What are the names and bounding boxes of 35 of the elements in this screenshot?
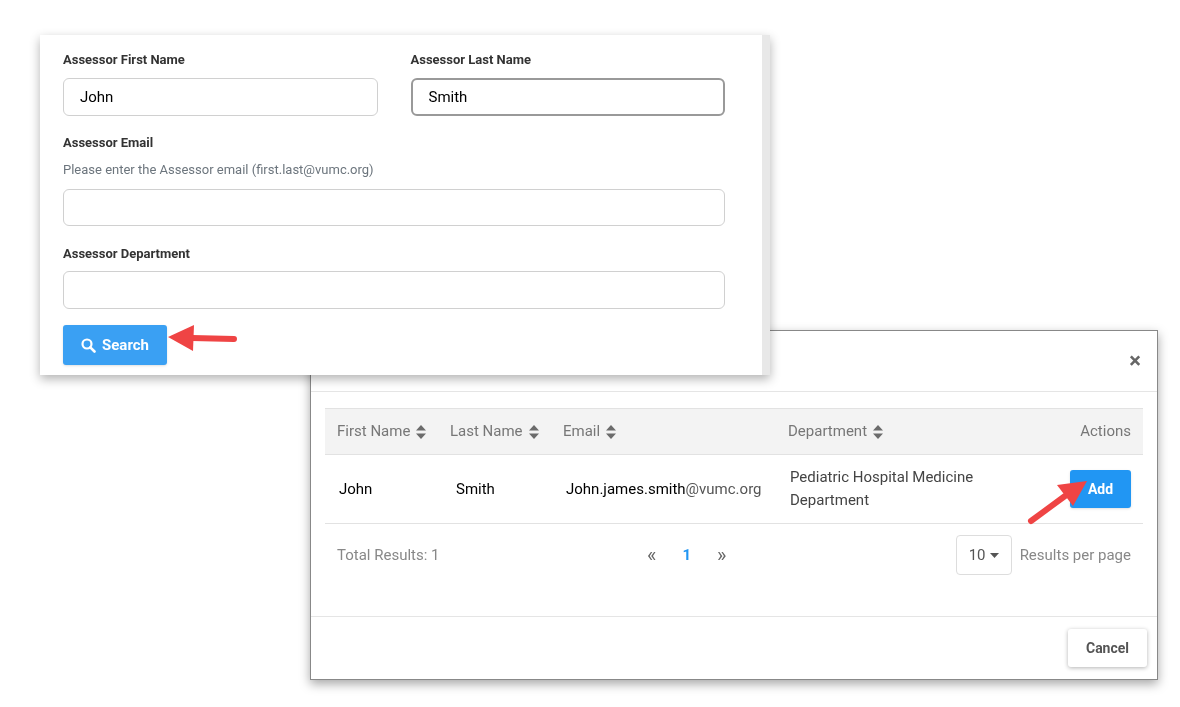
page-size-dropdown[interactable]: 10 xyxy=(955,535,1012,575)
add-button[interactable]: Add xyxy=(1070,470,1131,508)
field-label: Assessor First Name xyxy=(63,51,186,69)
arrow-icon xyxy=(166,322,238,354)
close-button[interactable]: × xyxy=(1129,350,1141,372)
column-header[interactable]: Email xyxy=(563,420,601,443)
table-cell: John xyxy=(339,479,373,498)
column-header[interactable]: First Name xyxy=(337,420,411,443)
column-header[interactable]: Last Name xyxy=(450,420,523,443)
column-header[interactable]: Department xyxy=(788,420,868,443)
sort-icon xyxy=(528,424,539,439)
sort-icon xyxy=(416,424,427,439)
help-text: Please enter the Assessor email (first.last@vumc.org) xyxy=(63,161,375,179)
email-user-text: John.james.smith xyxy=(566,478,686,500)
previous-page-button[interactable]: « xyxy=(647,540,657,570)
field-label: Assessor Last Name xyxy=(410,51,532,69)
search-icon xyxy=(81,337,97,353)
sort-icon xyxy=(606,424,617,439)
caret-icon xyxy=(989,552,999,558)
cancel-button[interactable]: Cancel xyxy=(1068,629,1147,667)
email-domain-text: @vumc.org xyxy=(685,478,762,500)
text-input[interactable]: Smith xyxy=(410,77,725,116)
department-input[interactable] xyxy=(63,271,725,309)
sort-icon xyxy=(873,424,884,439)
total-results-text: Total Results: 1 xyxy=(336,544,441,566)
column-header: Actions xyxy=(1080,421,1131,443)
next-page-button[interactable]: » xyxy=(717,540,727,570)
text-input[interactable]: John xyxy=(63,77,378,116)
results-per-page-text: Results per page xyxy=(1019,544,1131,566)
email-input[interactable] xyxy=(63,188,725,226)
page-button[interactable]: 1 xyxy=(682,543,691,567)
table-cell-text: Pediatric Hospital Medicine Department xyxy=(790,467,975,511)
field-label: Assessor Email xyxy=(63,133,155,152)
field-label: Assessor Department xyxy=(63,244,191,263)
table-cell: Smith xyxy=(456,479,495,498)
